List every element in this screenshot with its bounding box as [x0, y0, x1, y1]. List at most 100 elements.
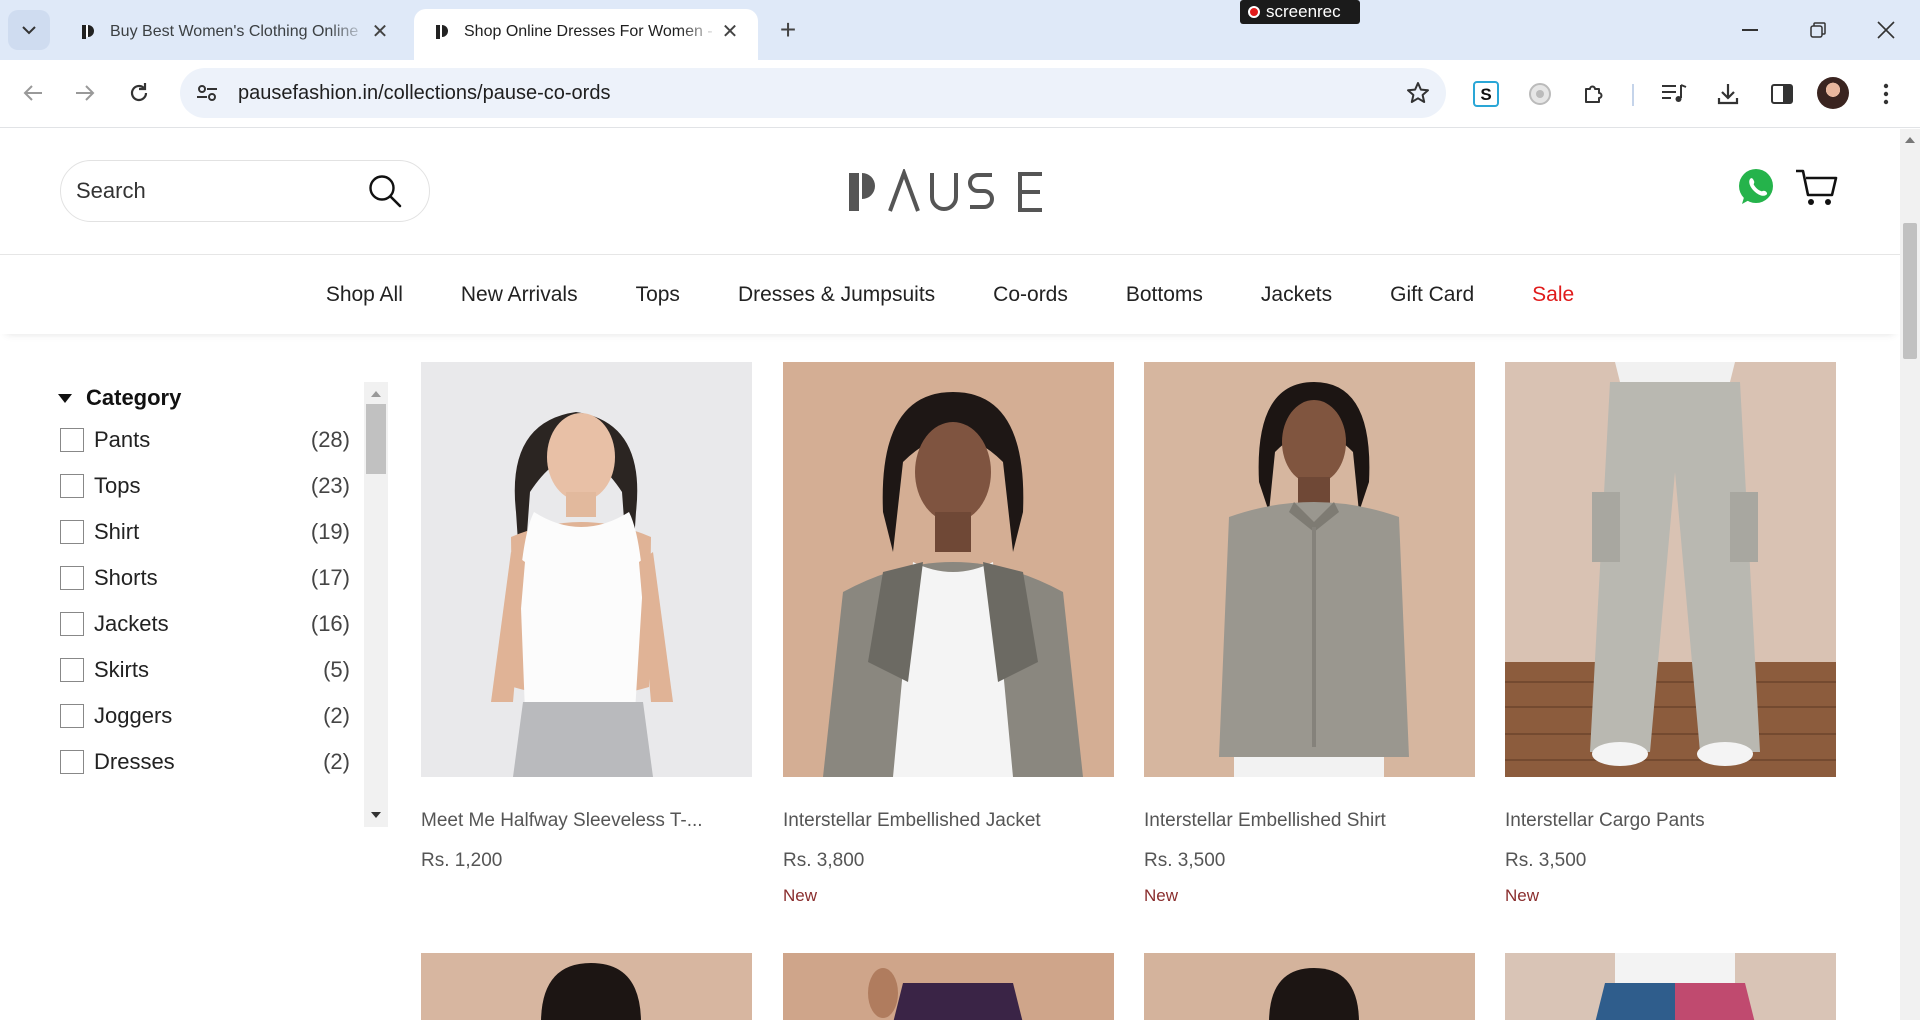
close-window-button[interactable]: [1858, 10, 1914, 50]
nav-jackets[interactable]: Jackets: [1232, 283, 1361, 307]
scrollbar-thumb[interactable]: [1903, 223, 1917, 359]
filter-label: Skirts: [94, 657, 149, 682]
minimize-button[interactable]: [1722, 10, 1778, 50]
nav-sale[interactable]: Sale: [1503, 283, 1603, 307]
scroll-down-arrow-icon[interactable]: [371, 812, 381, 818]
tab-1[interactable]: Buy Best Women's Clothing Online ✕: [60, 9, 408, 60]
page-scrollbar[interactable]: [1900, 129, 1920, 1020]
nav-new-arrivals[interactable]: New Arrivals: [432, 283, 607, 307]
filter-option[interactable]: Shirt (19): [60, 509, 350, 555]
arrow-left-icon: [23, 85, 42, 101]
filter-count: (23): [310, 473, 350, 498]
product-image[interactable]: [1505, 953, 1836, 1020]
url-text[interactable]: pausefashion.in/collections/pause-co-ord…: [238, 82, 1398, 105]
search-input[interactable]: Search: [60, 160, 430, 222]
pause-logo[interactable]: [846, 169, 1046, 215]
minimize-icon: [1742, 29, 1758, 31]
scroll-up-arrow-icon[interactable]: [371, 391, 381, 397]
nav-bottoms[interactable]: Bottoms: [1097, 283, 1232, 307]
filter-option[interactable]: Shorts (17): [60, 555, 350, 601]
product-card[interactable]: Interstellar Embellished Jacket Rs. 3,80…: [783, 362, 1114, 906]
new-badge: New: [1144, 886, 1179, 905]
filter-scrollbar[interactable]: [364, 382, 388, 827]
download-icon[interactable]: [1708, 74, 1748, 114]
puzzle-extensions-icon[interactable]: [1574, 74, 1614, 114]
checkbox[interactable]: [60, 428, 84, 452]
bookmark-star-icon[interactable]: [1398, 73, 1438, 113]
product-name[interactable]: Meet Me Halfway Sleeveless T-...: [421, 810, 752, 832]
product-name[interactable]: Interstellar Embellished Jacket: [783, 810, 1114, 832]
profile-avatar[interactable]: [1817, 77, 1849, 109]
product-name[interactable]: Interstellar Embellished Shirt: [1144, 810, 1475, 832]
filter-option[interactable]: Jackets (16): [60, 601, 350, 647]
nav-dresses-jumpsuits[interactable]: Dresses & Jumpsuits: [709, 283, 964, 307]
site-header: Search: [0, 129, 1900, 255]
filter-label: Dresses: [94, 749, 175, 774]
nav-tops[interactable]: Tops: [607, 283, 709, 307]
product-image[interactable]: [1144, 362, 1475, 777]
product-card[interactable]: Meet Me Halfway Sleeveless T-... Rs. 1,2…: [421, 362, 752, 872]
product-price: Rs. 1,200: [421, 850, 503, 871]
reload-button[interactable]: [119, 73, 159, 113]
product-card[interactable]: Interstellar Embellished Shirt Rs. 3,500…: [1144, 362, 1475, 906]
tab-search-button[interactable]: [8, 10, 50, 50]
s-extension-icon[interactable]: S: [1466, 74, 1506, 114]
search-icon[interactable]: [365, 171, 405, 211]
side-panel-icon[interactable]: [1762, 74, 1802, 114]
tab-strip: Buy Best Women's Clothing Online ✕ Shop …: [0, 0, 1920, 60]
product-name[interactable]: Interstellar Cargo Pants: [1505, 810, 1836, 832]
checkbox[interactable]: [60, 658, 84, 682]
scrollbar-thumb[interactable]: [366, 404, 386, 474]
close-icon[interactable]: ✕: [368, 20, 392, 44]
caret-down-icon: [58, 393, 72, 403]
product-image[interactable]: [1505, 362, 1836, 777]
filter-label: Jackets: [94, 611, 169, 636]
forward-button[interactable]: [65, 73, 105, 113]
address-bar[interactable]: pausefashion.in/collections/pause-co-ord…: [180, 68, 1446, 118]
kebab-menu-icon[interactable]: [1866, 74, 1906, 114]
whatsapp-icon[interactable]: [1736, 167, 1776, 207]
filter-count: (5): [323, 657, 350, 682]
checkbox[interactable]: [60, 704, 84, 728]
product-price: Rs. 3,500: [1505, 850, 1587, 871]
media-control-icon[interactable]: [1654, 74, 1694, 114]
record-dot-icon: [1248, 6, 1260, 18]
product-price: Rs. 3,800: [783, 850, 865, 871]
category-filter-toggle[interactable]: Category: [58, 385, 181, 411]
scroll-up-arrow-icon[interactable]: [1905, 137, 1915, 143]
nav-co-ords[interactable]: Co-ords: [964, 283, 1097, 307]
reload-icon: [130, 83, 148, 102]
nav-gift-card[interactable]: Gift Card: [1361, 283, 1503, 307]
filter-option[interactable]: Dresses (2): [60, 739, 350, 785]
category-filter-list: Pants (28) Tops (23) Shirt (19) Shorts (17) …: [60, 417, 350, 785]
new-tab-button[interactable]: +: [772, 14, 804, 46]
product-card[interactable]: Interstellar Cargo Pants Rs. 3,500 New: [1505, 362, 1836, 906]
checkbox[interactable]: [60, 612, 84, 636]
nav-shop-all[interactable]: Shop All: [297, 283, 432, 307]
filter-option[interactable]: Tops (23): [60, 463, 350, 509]
checkbox[interactable]: [60, 520, 84, 544]
cart-icon[interactable]: [1794, 165, 1838, 209]
tab-2[interactable]: Shop Online Dresses For Women - ✕: [414, 9, 758, 60]
checkbox[interactable]: [60, 750, 84, 774]
filter-count: (16): [310, 611, 350, 636]
filter-option[interactable]: Pants (28): [60, 417, 350, 463]
category-filter-title: Category: [86, 385, 182, 410]
filter-option[interactable]: Joggers (2): [60, 693, 350, 739]
svg-text:S: S: [1480, 85, 1491, 104]
site-info-icon[interactable]: [192, 78, 222, 108]
checkbox[interactable]: [60, 474, 84, 498]
product-image[interactable]: [783, 362, 1114, 777]
search-placeholder: Search: [76, 178, 146, 203]
product-image[interactable]: [1144, 953, 1475, 1020]
product-image[interactable]: [783, 953, 1114, 1020]
restore-button[interactable]: [1790, 10, 1846, 50]
filter-option[interactable]: Skirts (5): [60, 647, 350, 693]
close-icon[interactable]: ✕: [718, 20, 742, 44]
back-button[interactable]: [13, 73, 53, 113]
checkbox[interactable]: [60, 566, 84, 590]
tab-title: Buy Best Women's Clothing Online: [110, 22, 359, 40]
product-image[interactable]: [421, 953, 752, 1020]
product-image[interactable]: [421, 362, 752, 777]
record-extension-icon[interactable]: [1520, 74, 1560, 114]
